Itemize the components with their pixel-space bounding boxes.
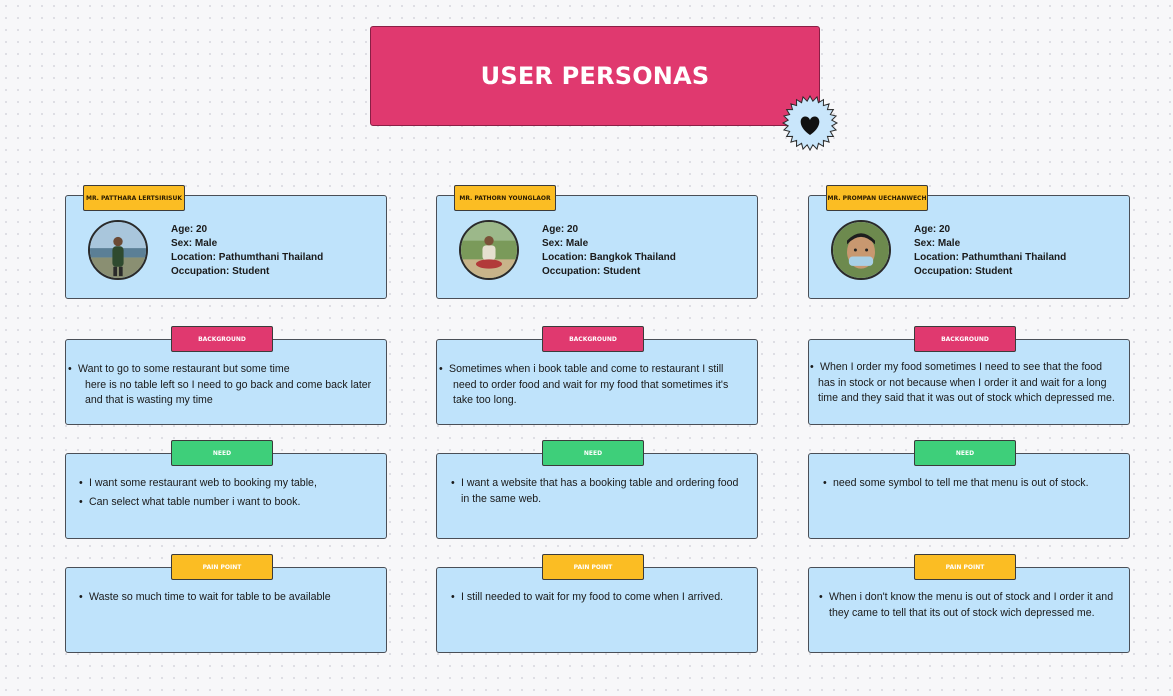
avatar bbox=[88, 220, 148, 280]
persona-column: Age: 20 Sex: Male Location: Bangkok Thai… bbox=[436, 0, 766, 696]
need-text: need some symbol to tell me that menu is… bbox=[823, 476, 1128, 492]
persona-name-tag[interactable]: MR. PROMPAN UECHANWECH bbox=[826, 185, 928, 211]
background-line: here is no table left so I need to go ba… bbox=[85, 378, 372, 391]
pain-point-tag[interactable]: PAIN POINT bbox=[914, 554, 1016, 580]
pain-point-item: When i don't know the menu is out of sto… bbox=[819, 590, 1131, 606]
pain-point-item: Waste so much time to wait for table to … bbox=[79, 590, 379, 606]
background-tag[interactable]: BACKGROUND bbox=[914, 326, 1016, 352]
need-tag[interactable]: NEED bbox=[914, 440, 1016, 466]
pain-point-text: When i don't know the menu is out of sto… bbox=[819, 590, 1131, 621]
pain-point-item: I still needed to wait for my food to co… bbox=[451, 590, 756, 606]
pain-point-text: I still needed to wait for my food to co… bbox=[451, 590, 756, 606]
persona-sex: Sex: Male bbox=[171, 238, 218, 249]
persona-sex: Sex: Male bbox=[914, 238, 961, 249]
background-line: Sometimes when i book table and come to … bbox=[439, 362, 757, 378]
background-tag[interactable]: BACKGROUND bbox=[171, 326, 273, 352]
avatar bbox=[831, 220, 891, 280]
need-item-continued: in the same web. bbox=[461, 492, 542, 505]
persona-name-tag[interactable]: MR. PATTHARA LERTSIRISUK bbox=[83, 185, 185, 211]
persona-location: Location: Pathumthani Thailand bbox=[914, 252, 1067, 263]
persona-age: Age: 20 bbox=[542, 224, 579, 235]
background-tag[interactable]: BACKGROUND bbox=[542, 326, 644, 352]
pain-point-tag[interactable]: PAIN POINT bbox=[171, 554, 273, 580]
persona-column: Age: 20 Sex: Male Location: Pathumthani … bbox=[65, 0, 395, 696]
persona-info: Age: 20 Sex: Male Location: Pathumthani … bbox=[914, 223, 1066, 279]
persona-occupation: Occupation: Student bbox=[542, 266, 641, 277]
need-text: I want some restaurant web to booking my… bbox=[79, 476, 379, 510]
background-line: and that is wasting my time bbox=[85, 394, 213, 407]
persona-info: Age: 20 Sex: Male Location: Bangkok Thai… bbox=[542, 223, 676, 279]
persona-location: Location: Pathumthani Thailand bbox=[171, 252, 324, 263]
persona-column: Age: 20 Sex: Male Location: Pathumthani … bbox=[808, 0, 1138, 696]
background-line: time and they said that it was out of st… bbox=[818, 392, 1115, 405]
persona-occupation: Occupation: Student bbox=[914, 266, 1013, 277]
pain-point-text: Waste so much time to wait for table to … bbox=[79, 590, 379, 606]
persona-occupation: Occupation: Student bbox=[171, 266, 270, 277]
background-text: Sometimes when i book table and come to … bbox=[439, 362, 757, 409]
persona-name-tag[interactable]: MR. PATHORN YOUNGLAOR bbox=[454, 185, 556, 211]
persona-board: USER PERSONAS Age: 20 Sex: Male Location… bbox=[0, 0, 1173, 696]
background-line: take too long. bbox=[453, 394, 517, 407]
background-line: Want to go to some restaurant but some t… bbox=[68, 362, 386, 378]
background-text: When I order my food sometimes I need to… bbox=[810, 360, 1130, 407]
pain-point-tag[interactable]: PAIN POINT bbox=[542, 554, 644, 580]
need-tag[interactable]: NEED bbox=[542, 440, 644, 466]
background-line: has in stock or not because when I order… bbox=[818, 376, 1107, 389]
persona-sex: Sex: Male bbox=[542, 238, 589, 249]
need-item: I want some restaurant web to booking my… bbox=[79, 476, 379, 492]
pain-point-item-continued: they came to tell that its out of stock … bbox=[829, 606, 1095, 619]
need-item: need some symbol to tell me that menu is… bbox=[823, 476, 1128, 492]
need-item: Can select what table number i want to b… bbox=[79, 495, 379, 511]
background-line: When I order my food sometimes I need to… bbox=[810, 360, 1130, 376]
background-text: Want to go to some restaurant but some t… bbox=[68, 362, 386, 409]
background-line: need to order food and wait for my food … bbox=[453, 378, 729, 391]
persona-age: Age: 20 bbox=[171, 224, 208, 235]
need-item: I want a website that has a booking tabl… bbox=[451, 476, 756, 492]
need-text: I want a website that has a booking tabl… bbox=[451, 476, 756, 507]
persona-location: Location: Bangkok Thailand bbox=[542, 252, 676, 263]
avatar bbox=[459, 220, 519, 280]
need-tag[interactable]: NEED bbox=[171, 440, 273, 466]
persona-age: Age: 20 bbox=[914, 224, 951, 235]
persona-info: Age: 20 Sex: Male Location: Pathumthani … bbox=[171, 223, 323, 279]
